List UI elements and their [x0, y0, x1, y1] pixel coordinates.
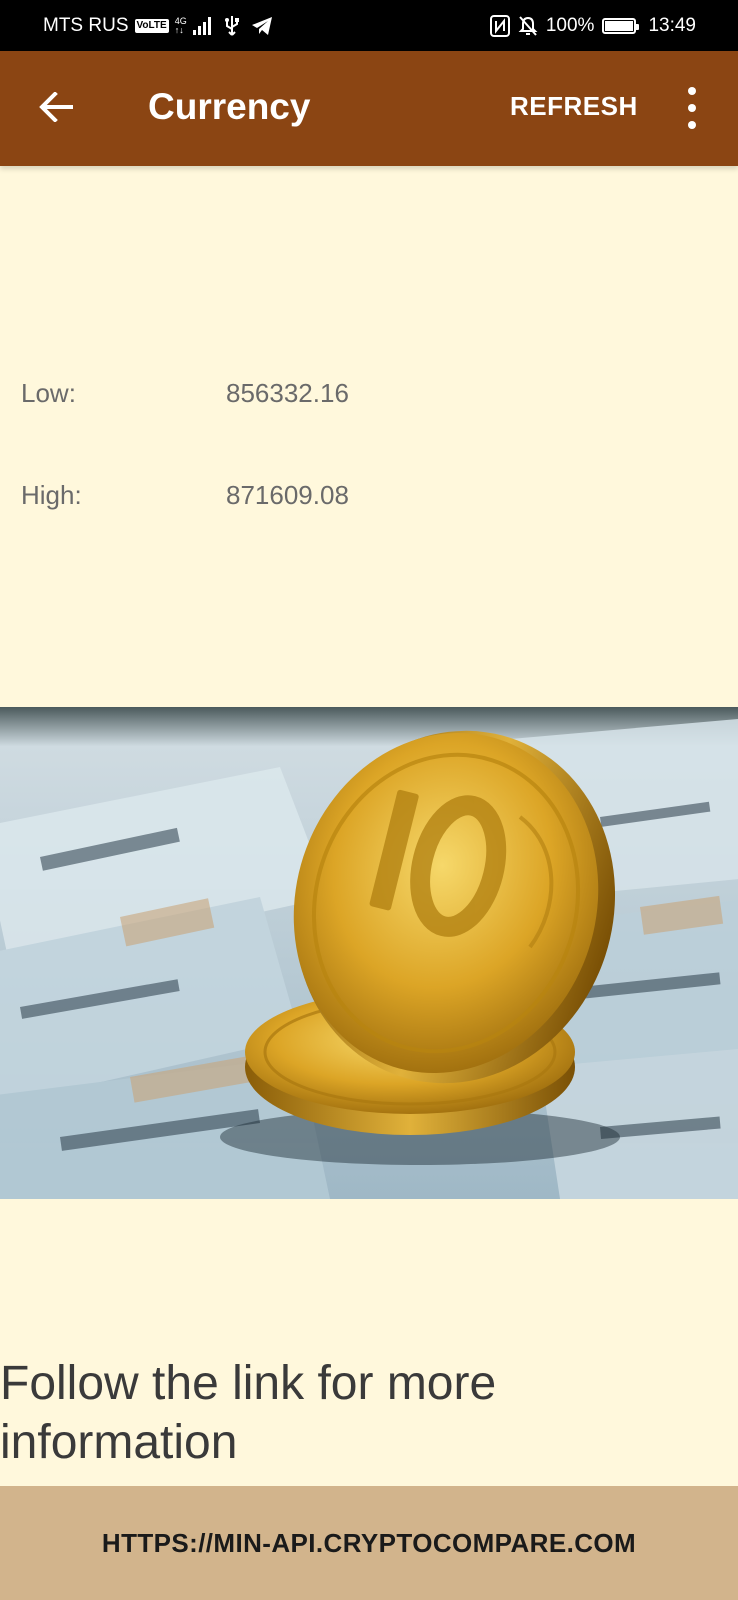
cryptocompare-link-button[interactable]: HTTPS://MIN-API.CRYPTOCOMPARE.COM — [102, 1528, 636, 1559]
status-left: MTS RUS VoLTE 4G ↑↓ — [43, 0, 273, 51]
battery-icon — [602, 17, 640, 34]
battery-percent: 100% — [545, 14, 595, 36]
signal-icon — [192, 16, 211, 35]
low-label: Low: — [21, 378, 76, 408]
info-text: Follow the link for more information — [0, 1357, 497, 1469]
battery-fill — [605, 20, 634, 31]
arrow-back-icon — [39, 92, 73, 122]
page-title: Currency — [148, 86, 311, 127]
coins-on-banknotes-image — [0, 707, 738, 1199]
status-bar: MTS RUS VoLTE 4G ↑↓ 100% 13:49 — [0, 0, 738, 51]
nfc-icon — [489, 14, 510, 37]
network-activity: ↑↓ — [174, 24, 184, 35]
app-bar: Currency REFRESH — [0, 51, 738, 166]
back-button[interactable] — [30, 81, 82, 133]
carrier-name: MTS RUS — [43, 14, 129, 36]
coins-photo — [0, 707, 738, 1199]
usb-icon — [224, 15, 239, 36]
clock: 13:49 — [648, 14, 696, 36]
high-label: High: — [21, 480, 82, 510]
telegram-icon — [251, 16, 272, 35]
refresh-button[interactable]: REFRESH — [510, 91, 638, 121]
mute-icon — [518, 15, 538, 36]
more-options-button[interactable] — [670, 87, 714, 129]
volte-badge: VoLTE — [134, 18, 169, 33]
network-type: 4G ↑↓ — [174, 16, 187, 35]
low-value: 856332.16 — [226, 378, 349, 408]
link-bar: HTTPS://MIN-API.CRYPTOCOMPARE.COM — [0, 1486, 738, 1600]
more-vert-icon — [688, 87, 696, 95]
high-value: 871609.08 — [226, 480, 349, 510]
status-right: 100% 13:49 — [489, 0, 696, 51]
